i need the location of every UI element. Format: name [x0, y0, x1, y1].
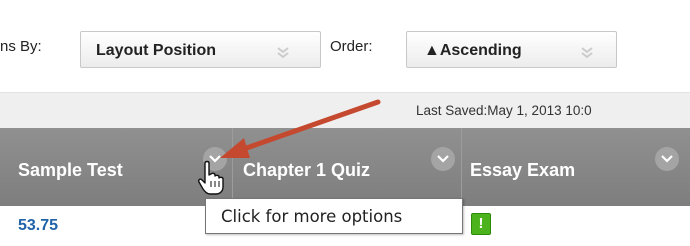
tooltip: Click for more options	[205, 198, 463, 234]
chevron-down-icon	[437, 155, 449, 163]
column-header-essay-exam[interactable]: Essay Exam	[470, 160, 575, 181]
chevron-down-icon	[277, 47, 289, 59]
column-divider	[461, 128, 462, 206]
sort-columns-by-select[interactable]: Layout Position	[80, 31, 321, 68]
grade-cell-sample-test[interactable]: 53.75	[18, 217, 58, 235]
last-saved-text: Last Saved:May 1, 2013 10:0	[416, 103, 592, 118]
chevron-down-icon	[661, 155, 673, 163]
tooltip-text: Click for more options	[221, 207, 403, 226]
order-label: Order:	[330, 38, 373, 55]
sort-columns-by-label: ns By:	[0, 38, 42, 55]
needs-grading-icon[interactable]: !	[471, 213, 491, 235]
order-select[interactable]: ▲Ascending	[406, 31, 617, 68]
chevron-down-icon	[581, 47, 593, 59]
annotation-arrow-icon	[220, 99, 381, 158]
column-options-button[interactable]	[655, 147, 679, 171]
hand-cursor-icon	[198, 160, 224, 195]
column-header-sample-test[interactable]: Sample Test	[18, 160, 123, 181]
sort-controls-bar: ns By: Layout Position Order: ▲Ascending	[0, 0, 690, 90]
sort-columns-by-value: Layout Position	[96, 42, 216, 59]
order-value: ▲Ascending	[424, 42, 522, 59]
column-options-button[interactable]	[431, 147, 455, 171]
